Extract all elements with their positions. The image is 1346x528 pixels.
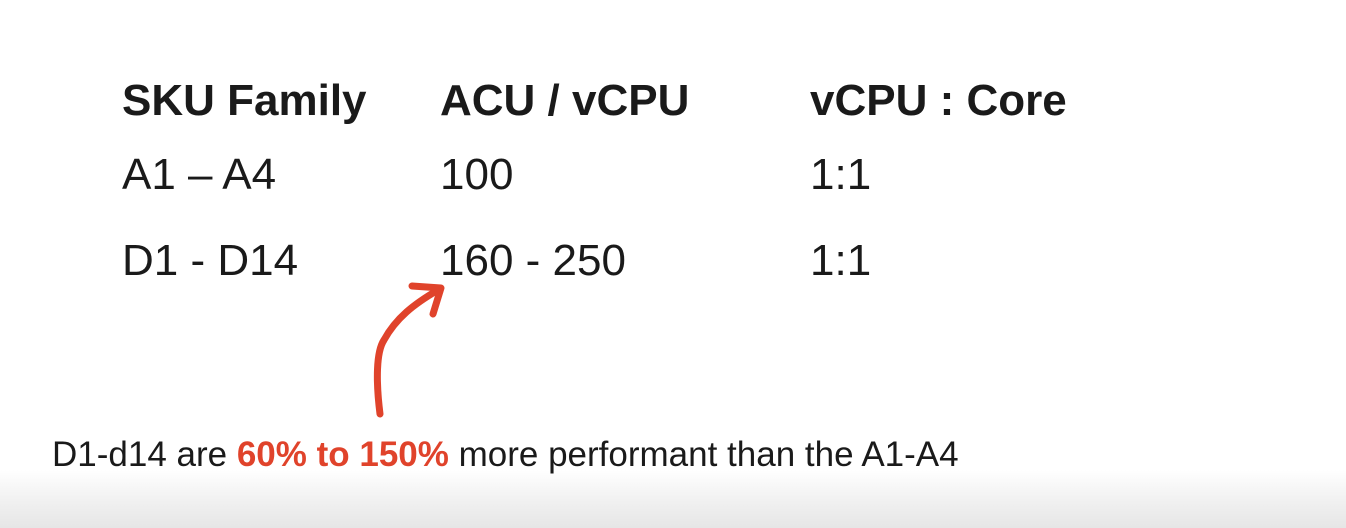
table-row: A1 – A4 100 1:1 (122, 132, 1110, 218)
header-sku-family: SKU Family (122, 76, 367, 125)
caption-before: D1-d14 are (52, 435, 237, 474)
cell-sku-family: D1 - D14 (122, 236, 299, 285)
caption-after: more performant than the A1-A4 (448, 435, 959, 474)
table-row: D1 - D14 160 - 250 1:1 (122, 218, 1110, 304)
cell-vcpu-core: 1:1 (810, 236, 872, 285)
cell-acu-per-vcpu: 160 - 250 (440, 236, 626, 285)
caption-text: D1-d14 are 60% to 150% more performant t… (52, 434, 959, 476)
slide: SKU Family ACU / vCPU vCPU : Core A1 – A… (0, 0, 1346, 528)
cell-sku-family: A1 – A4 (122, 150, 277, 199)
arrow-shaft (373, 286, 442, 418)
header-acu-per-vcpu: ACU / vCPU (440, 76, 690, 125)
cell-acu-per-vcpu: 100 (440, 150, 514, 199)
caption-highlight: 60% to 150% (236, 435, 449, 474)
sku-comparison-table: SKU Family ACU / vCPU vCPU : Core A1 – A… (122, 70, 1110, 304)
header-vcpu-core: vCPU : Core (810, 76, 1067, 125)
cell-vcpu-core: 1:1 (810, 150, 872, 199)
table-header-row: SKU Family ACU / vCPU vCPU : Core (122, 70, 1110, 132)
